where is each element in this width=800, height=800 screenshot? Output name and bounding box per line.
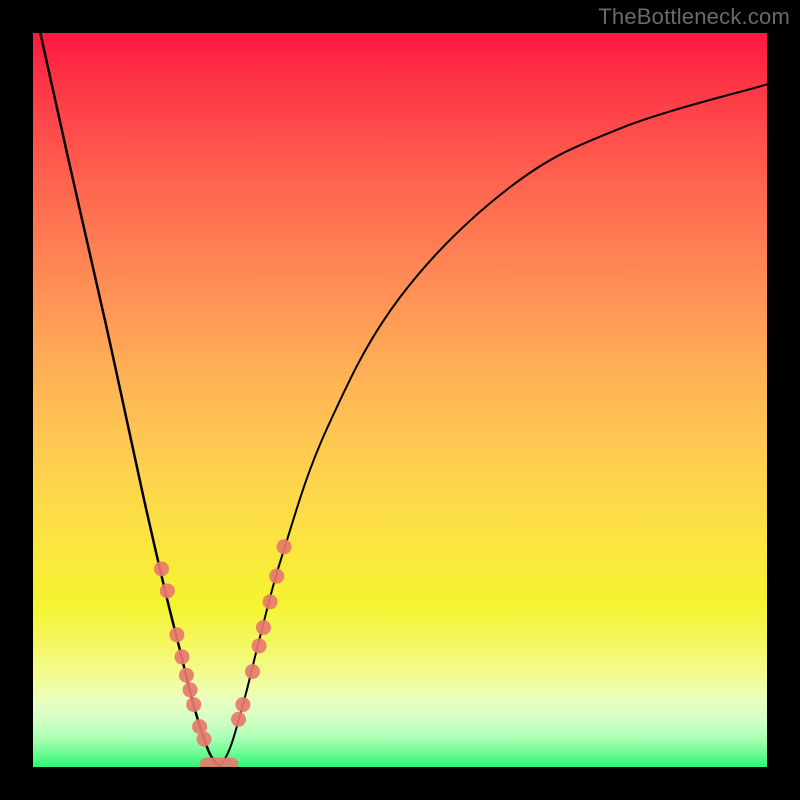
gradient-plot-area	[33, 33, 767, 767]
data-marker	[169, 627, 184, 642]
data-marker	[269, 569, 284, 584]
data-marker	[245, 664, 260, 679]
data-marker	[231, 712, 246, 727]
marker-group	[154, 539, 292, 746]
data-marker	[235, 697, 250, 712]
data-marker	[252, 638, 267, 653]
watermark-text: TheBottleneck.com	[598, 4, 790, 30]
data-marker	[179, 668, 194, 683]
data-marker	[277, 539, 292, 554]
data-marker	[197, 732, 212, 747]
right-branch-curve	[220, 84, 767, 767]
data-marker	[263, 594, 278, 609]
data-marker	[154, 561, 169, 576]
data-marker	[175, 649, 190, 664]
v-curve-svg	[33, 33, 767, 767]
data-marker	[186, 697, 201, 712]
data-marker	[160, 583, 175, 598]
data-marker	[183, 682, 198, 697]
left-branch-curve	[40, 33, 220, 767]
data-marker	[256, 620, 271, 635]
chart-frame: TheBottleneck.com	[0, 0, 800, 800]
